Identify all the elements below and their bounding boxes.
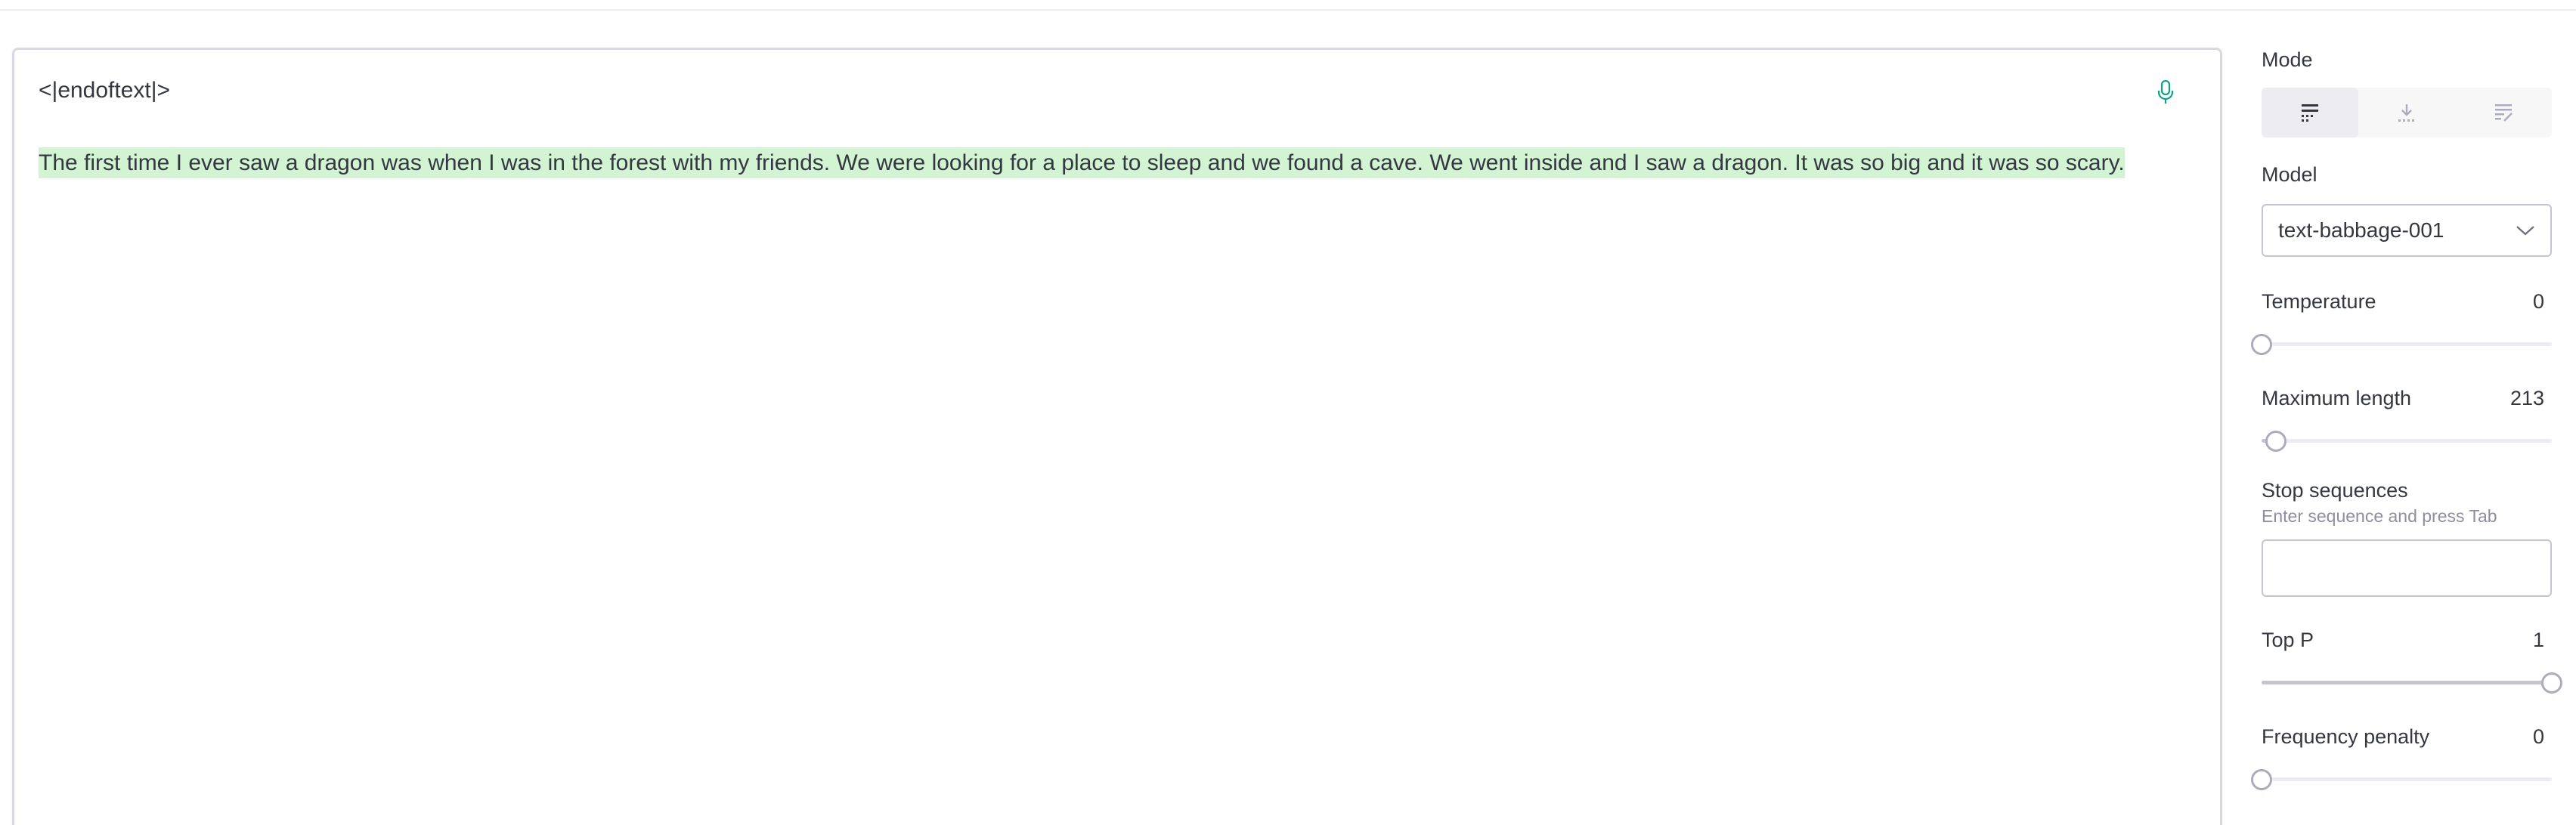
frequency-penalty-slider-track bbox=[2262, 777, 2552, 781]
stop-sequences-hint: Enter sequence and press Tab bbox=[2262, 506, 2497, 526]
top-p-slider-thumb[interactable] bbox=[2541, 672, 2562, 694]
prompt-editor[interactable]: <|endoftext|> The first time I ever saw … bbox=[12, 48, 2222, 825]
model-select-value: text-babbage-001 bbox=[2278, 218, 2444, 242]
temperature-slider[interactable] bbox=[2251, 334, 2552, 355]
stop-sequences-label: Stop sequences bbox=[2262, 479, 2408, 502]
stop-sequences-input[interactable] bbox=[2262, 539, 2552, 597]
editor-content[interactable]: <|endoftext|> The first time I ever saw … bbox=[39, 73, 2193, 181]
top-p-slider-fill bbox=[2262, 681, 2552, 684]
max-length-label: Maximum length bbox=[2262, 387, 2412, 409]
microphone-icon bbox=[2157, 80, 2174, 104]
chevron-down-icon bbox=[2516, 226, 2534, 236]
edit-mode-icon bbox=[2495, 104, 2513, 122]
frequency-penalty-label: Frequency penalty bbox=[2262, 725, 2430, 748]
insert-mode-icon bbox=[2398, 104, 2414, 122]
frequency-penalty-slider[interactable] bbox=[2251, 769, 2552, 790]
end-of-text-token: <|endoftext|> bbox=[39, 78, 171, 103]
microphone-button[interactable] bbox=[2150, 71, 2181, 113]
max-length-value: 213 bbox=[2509, 387, 2544, 409]
temperature-label: Temperature bbox=[2262, 290, 2376, 313]
mode-insert-button[interactable] bbox=[2358, 88, 2455, 138]
model-label: Model bbox=[2262, 163, 2317, 186]
mode-edit-button[interactable] bbox=[2455, 88, 2552, 138]
mode-complete-button[interactable] bbox=[2262, 88, 2358, 138]
temperature-value: 0 bbox=[2532, 290, 2544, 313]
header-divider bbox=[0, 9, 2576, 11]
complete-mode-icon bbox=[2302, 104, 2318, 122]
settings-sidebar: Mode Model text-babbage-001 Temperature … bbox=[2251, 0, 2562, 825]
temperature-slider-track bbox=[2262, 342, 2552, 346]
frequency-penalty-value: 0 bbox=[2532, 725, 2544, 748]
mode-label: Mode bbox=[2262, 48, 2313, 71]
top-p-label: Top P bbox=[2262, 629, 2314, 651]
mode-selector bbox=[2262, 88, 2552, 138]
temperature-slider-thumb[interactable] bbox=[2251, 334, 2272, 355]
max-length-slider-thumb[interactable] bbox=[2265, 431, 2287, 452]
top-p-value: 1 bbox=[2532, 629, 2544, 651]
model-select[interactable]: text-babbage-001 bbox=[2262, 204, 2552, 257]
frequency-penalty-slider-thumb[interactable] bbox=[2251, 769, 2272, 790]
max-length-slider-track bbox=[2262, 439, 2552, 443]
completion-text: The first time I ever saw a dragon was w… bbox=[39, 147, 2125, 178]
top-p-slider[interactable] bbox=[2262, 672, 2562, 694]
max-length-slider[interactable] bbox=[2262, 431, 2552, 452]
playground-page: <|endoftext|> The first time I ever saw … bbox=[0, 0, 2576, 825]
